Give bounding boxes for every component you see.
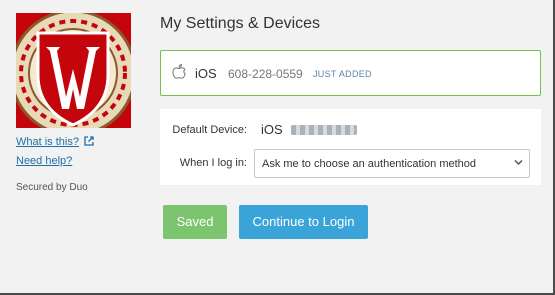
sidebar: What is this? Need help? Secured by Duo: [0, 0, 143, 293]
crest-logo-graphic: [16, 13, 131, 128]
continue-to-login-button[interactable]: Continue to Login: [239, 205, 368, 239]
login-method-select[interactable]: Ask me to choose an authentication metho…: [254, 149, 530, 178]
redacted-number: [290, 125, 357, 135]
what-is-this-label: What is this?: [16, 136, 79, 148]
saved-button[interactable]: Saved: [163, 205, 227, 239]
device-os: iOS: [195, 66, 217, 81]
chevron-down-icon: [514, 159, 523, 166]
default-device-label: Default Device:: [172, 124, 247, 136]
device-phone-number: 608-228-0559: [228, 67, 303, 81]
what-is-this-link[interactable]: What is this?: [16, 136, 94, 148]
when-i-log-in-label: When I log in:: [179, 157, 247, 169]
default-device-os: iOS: [261, 122, 283, 137]
university-logo: [16, 13, 131, 128]
just-added-badge: JUST ADDED: [313, 69, 372, 79]
default-device-value: iOS: [261, 122, 357, 137]
need-help-link[interactable]: Need help?: [16, 155, 94, 167]
external-link-icon: [84, 136, 94, 146]
device-card[interactable]: iOS 608-228-0559 JUST ADDED: [160, 50, 541, 96]
login-method-value: Ask me to choose an authentication metho…: [262, 158, 477, 170]
secured-by-text: Secured by Duo: [16, 182, 88, 193]
settings-panel: Default Device: iOS When I log in: Ask m…: [160, 109, 541, 185]
apple-icon: [172, 63, 186, 79]
page-title: My Settings & Devices: [160, 15, 321, 32]
